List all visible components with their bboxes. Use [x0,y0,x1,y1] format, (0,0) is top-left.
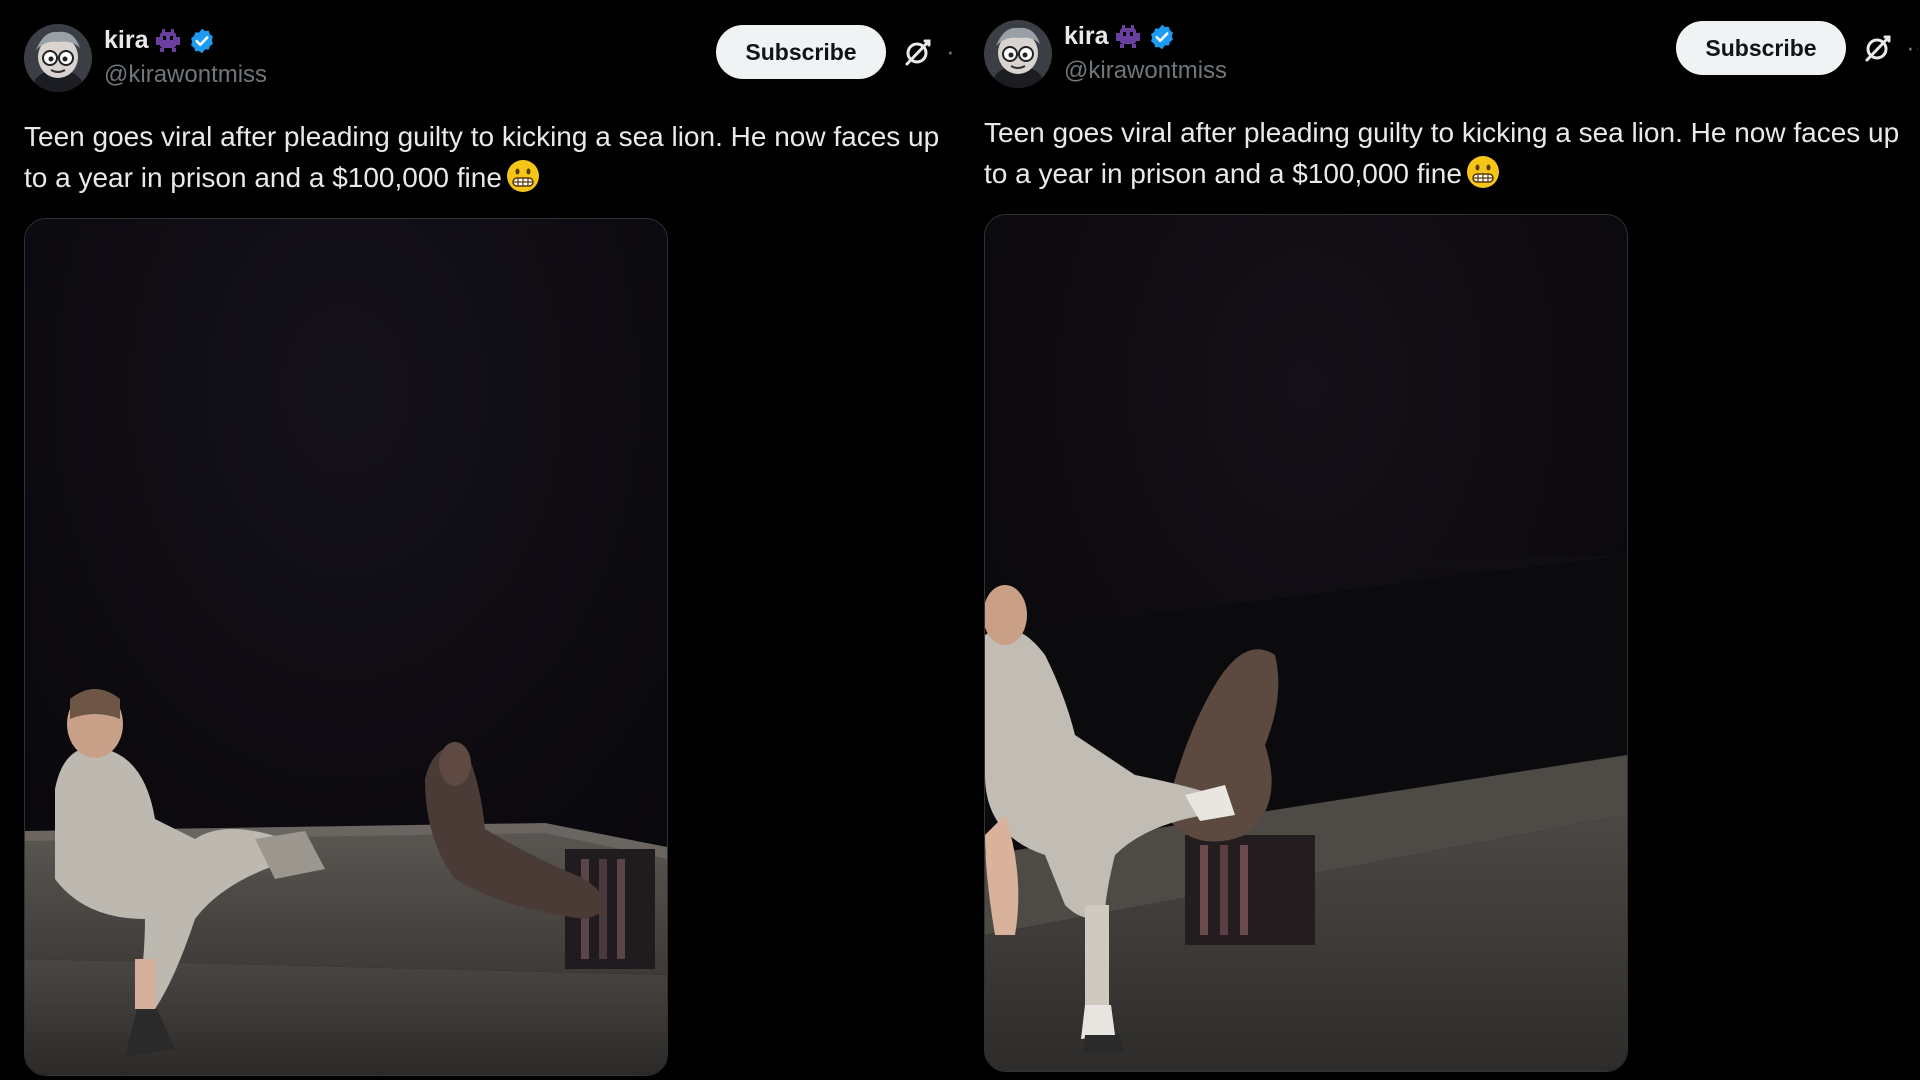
display-name-row[interactable]: kira [104,26,216,55]
more-options-icon[interactable]: · [946,36,958,68]
post-text-body: Teen goes viral after pleading guilty to… [24,121,940,193]
grimacing-face-emoji-icon [1466,155,1500,189]
subscribe-button[interactable]: Subscribe [716,25,886,79]
alien-monster-emoji-icon [154,27,182,55]
verified-badge-icon [188,27,216,55]
display-name[interactable]: kira [104,26,148,55]
display-name[interactable]: kira [1064,22,1108,51]
video-thumbnail[interactable] [984,214,1628,1072]
avatar[interactable] [24,24,92,92]
avatar[interactable] [984,20,1052,88]
post-card: kira @kirawontmiss Subscribe · Teen goes… [0,0,958,1080]
display-name-row[interactable]: kira [1064,22,1176,51]
screenshot-stage: kira @kirawontmiss Subscribe · Teen goes… [0,0,1920,1080]
alien-monster-emoji-icon [1114,23,1142,51]
post-card: kira @kirawontmiss Subscribe · Teen goes… [960,0,1918,1080]
user-handle[interactable]: @kirawontmiss [104,61,267,89]
grok-icon[interactable] [1862,32,1894,64]
post-text: Teen goes viral after pleading guilty to… [984,112,1914,194]
post-text-body: Teen goes viral after pleading guilty to… [984,117,1900,189]
subscribe-button[interactable]: Subscribe [1676,21,1846,75]
grok-icon[interactable] [902,36,934,68]
more-options-icon[interactable]: ·· [1906,32,1918,64]
grimacing-face-emoji-icon [506,159,540,193]
post-text: Teen goes viral after pleading guilty to… [24,116,954,198]
video-thumbnail[interactable] [24,218,668,1076]
user-handle[interactable]: @kirawontmiss [1064,57,1227,85]
verified-badge-icon [1148,23,1176,51]
